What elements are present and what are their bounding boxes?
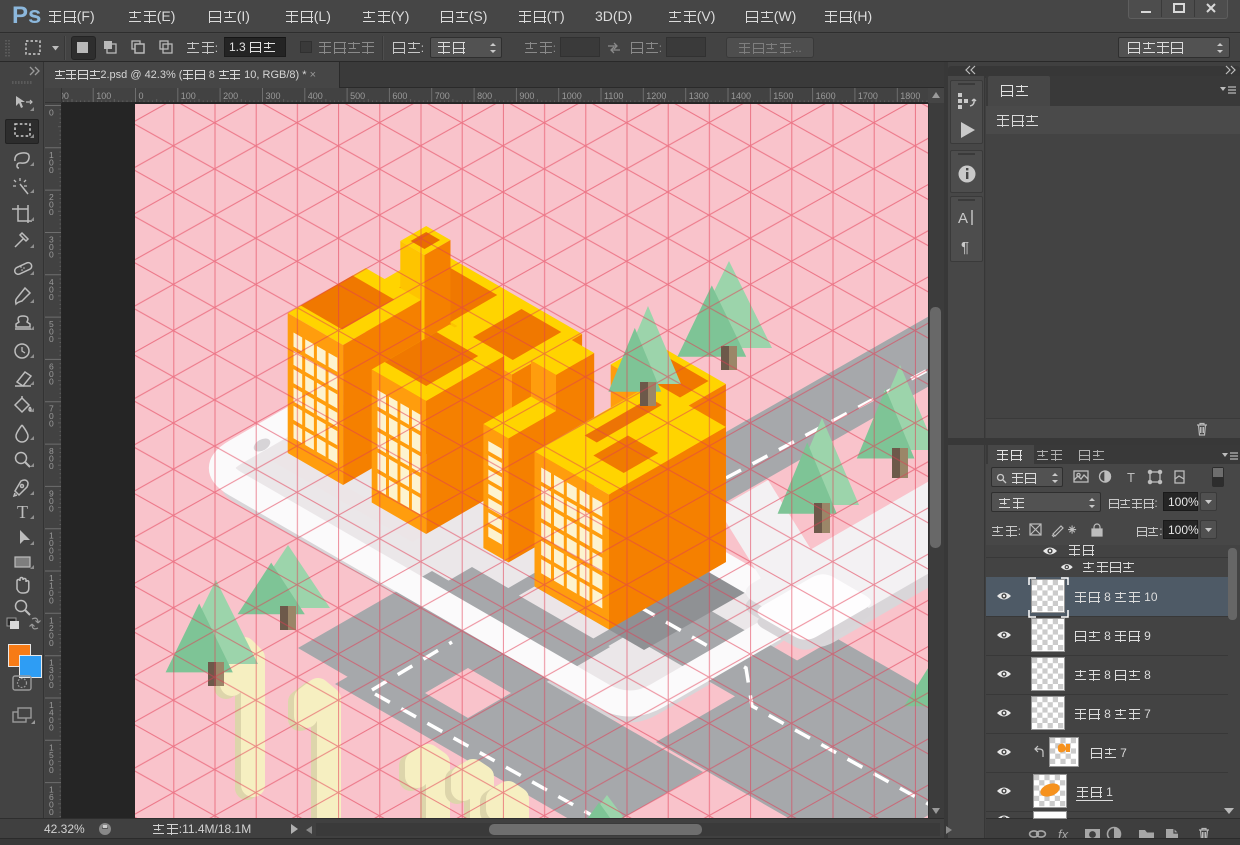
svg-text:0: 0 [49,250,54,260]
svg-text:1400: 1400 [731,91,751,101]
svg-text:200: 200 [62,91,69,101]
svg-text:800: 800 [477,91,492,101]
svg-text:1600: 1600 [816,91,836,101]
svg-text:0: 0 [49,461,54,471]
svg-text:¶: ¶ [961,239,969,256]
svg-text:0: 0 [49,108,54,118]
svg-text:0: 0 [49,680,54,690]
svg-text:700: 700 [435,91,450,101]
svg-text:1200: 1200 [646,91,666,101]
svg-text:0: 0 [49,207,54,217]
svg-text:0: 0 [49,553,54,563]
svg-text:900: 900 [519,91,534,101]
svg-text:500: 500 [350,91,365,101]
svg-text:A: A [958,210,968,227]
svg-text:1300: 1300 [689,91,709,101]
svg-text:400: 400 [308,91,323,101]
svg-text:1500: 1500 [773,91,793,101]
svg-text:600: 600 [392,91,407,101]
svg-text:0: 0 [49,419,54,429]
svg-text:0: 0 [49,165,54,175]
svg-text:0: 0 [49,334,54,344]
svg-text:0: 0 [49,638,54,648]
svg-text:100: 100 [96,91,111,101]
svg-text:T: T [17,502,28,522]
svg-text:0: 0 [49,807,54,817]
svg-text:1000: 1000 [562,91,582,101]
svg-text:1100: 1100 [604,91,623,101]
svg-text:0: 0 [49,596,54,606]
svg-text:1700: 1700 [858,91,878,101]
svg-text:0: 0 [49,723,54,733]
svg-text:0: 0 [49,376,54,386]
svg-text:200: 200 [223,91,238,101]
svg-text:0: 0 [139,91,144,101]
svg-text:0: 0 [49,292,54,302]
svg-text:0: 0 [49,765,54,775]
svg-text:300: 300 [266,91,281,101]
svg-text:T: T [1127,470,1135,485]
svg-text:0: 0 [49,503,54,513]
svg-text:100: 100 [181,91,196,101]
svg-text:1800: 1800 [900,91,920,101]
